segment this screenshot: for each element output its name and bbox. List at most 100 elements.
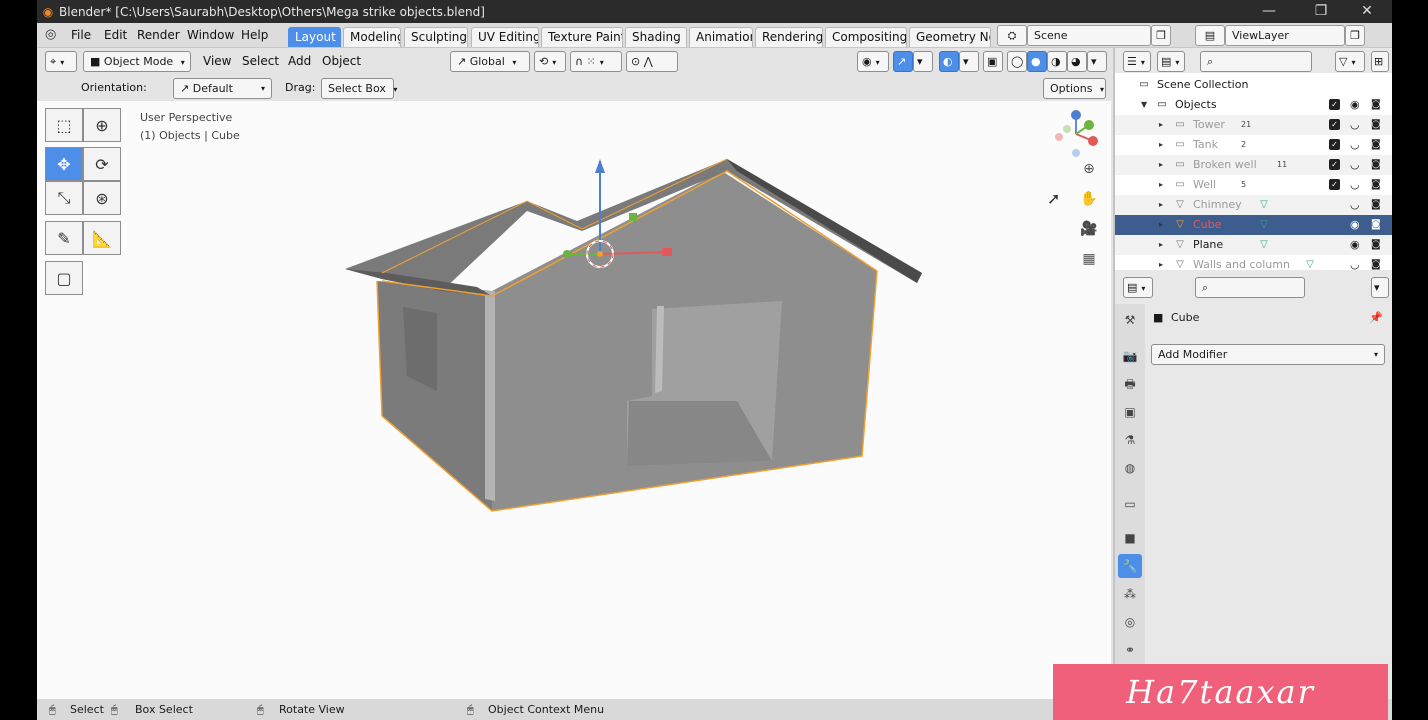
expand-icon[interactable]: ▸ (1159, 115, 1169, 135)
collection-tab-icon[interactable]: ▭ (1118, 492, 1142, 516)
camera-icon[interactable]: ◙ (1371, 255, 1381, 275)
shading-rendered[interactable]: ◕ (1067, 51, 1087, 72)
properties-search-input[interactable]: ⌕ (1195, 277, 1305, 298)
menu-help[interactable]: Help (241, 28, 268, 42)
eye-closed-icon[interactable]: ◡ (1350, 115, 1360, 135)
menu-object[interactable]: Object (322, 54, 361, 68)
eye-closed-icon[interactable]: ◡ (1350, 255, 1360, 275)
properties-options-button[interactable]: ▾ (1371, 277, 1389, 298)
menu-add[interactable]: Add (288, 54, 311, 68)
expand-icon[interactable]: ▸ (1159, 135, 1169, 155)
outliner-object-row[interactable]: ▸ ▽ Walls and column ▽ ◡ ◙ (1115, 255, 1392, 275)
world-tab-icon[interactable]: ◍ (1118, 456, 1142, 480)
menu-window[interactable]: Window (187, 28, 234, 42)
eye-closed-icon[interactable]: ◡ (1350, 135, 1360, 155)
camera-icon[interactable]: ◙ (1371, 155, 1381, 175)
pin-icon[interactable]: 📌 (1369, 311, 1383, 324)
camera-icon[interactable]: ◙ (1371, 195, 1381, 215)
expand-icon[interactable]: ▸ (1159, 215, 1169, 235)
tab-animation[interactable]: Animation (689, 27, 753, 47)
tab-texture-paint[interactable]: Texture Paint (541, 27, 623, 47)
expand-icon[interactable]: ▸ (1159, 175, 1169, 195)
expand-icon[interactable]: ▸ (1159, 155, 1169, 175)
camera-icon[interactable]: ◙ (1371, 235, 1381, 255)
tab-shading[interactable]: Shading (625, 27, 687, 47)
shading-wireframe[interactable]: ◯ (1007, 51, 1027, 72)
constraints-tab-icon[interactable]: ⚭ (1118, 638, 1142, 662)
expand-icon[interactable]: ▸ (1159, 235, 1169, 255)
render-tab-icon[interactable]: 📷 (1118, 344, 1142, 368)
menu-render[interactable]: Render (137, 28, 180, 42)
shading-solid[interactable]: ● (1027, 51, 1047, 72)
proportional-edit-button[interactable]: ⊙ ⋀ (626, 51, 678, 72)
gizmo-dropdown[interactable]: ▾ (913, 51, 933, 72)
eye-icon[interactable]: ◉ (1350, 95, 1360, 115)
expand-icon[interactable]: ▸ (1159, 255, 1169, 275)
menu-view[interactable]: View (203, 54, 231, 68)
modifier-tab-icon[interactable]: 🔧 (1118, 554, 1142, 578)
shading-material[interactable]: ◑ (1047, 51, 1067, 72)
outliner-object-row[interactable]: ▸ ▭ Tank 2 ✓ ◡ ◙ (1115, 135, 1392, 155)
eye-icon[interactable]: ◉ (1350, 235, 1360, 255)
xray-toggle[interactable]: ▣ (983, 51, 1003, 72)
menu-file[interactable]: File (71, 28, 91, 42)
camera-icon[interactable]: ◙ (1371, 215, 1381, 235)
visibility-button[interactable]: ◉ ▾ (857, 51, 889, 72)
outliner-object-row[interactable]: ▸ ▭ Tower 21 ✓ ◡ ◙ (1115, 115, 1392, 135)
outliner-object-row[interactable]: ▸ ▭ Well 5 ✓ ◡ ◙ (1115, 175, 1392, 195)
outliner-object-row[interactable]: ▸ ▽ Chimney ▽ ◡ ◙ (1115, 195, 1392, 215)
object-tab-icon[interactable]: ■ (1118, 526, 1142, 550)
mode-selector[interactable]: ■ Object Mode ▾ (83, 51, 191, 72)
exclude-checkbox[interactable]: ✓ (1329, 179, 1340, 190)
overlay-toggle[interactable]: ◐ (939, 51, 959, 72)
scene-selector[interactable]: Scene (1027, 25, 1151, 46)
drag-selector[interactable]: Select Box ▾ (321, 78, 397, 99)
shading-dropdown[interactable]: ▾ (1087, 51, 1107, 72)
eye-icon[interactable]: ◉ (1350, 215, 1360, 235)
tab-geometry-nodes[interactable]: Geometry Nod (909, 27, 991, 47)
close-button[interactable]: ✕ (1344, 0, 1390, 23)
exclude-checkbox[interactable]: ✓ (1329, 159, 1340, 170)
camera-icon[interactable]: ◙ (1371, 175, 1381, 195)
tab-uv-editing[interactable]: UV Editing (471, 27, 539, 47)
tool-tab-icon[interactable]: ⚒ (1118, 308, 1142, 332)
tab-layout[interactable]: Layout (288, 27, 341, 47)
display-mode-button[interactable]: ▤ ▾ (1157, 51, 1185, 72)
exclude-checkbox[interactable]: ✓ (1329, 139, 1340, 150)
viewlayer-browse-button[interactable]: ▤ (1195, 25, 1225, 46)
exclude-checkbox[interactable]: ✓ (1329, 99, 1340, 110)
physics-tab-icon[interactable]: ◎ (1118, 610, 1142, 634)
pivot-point-button[interactable]: ⟲ ▾ (534, 51, 566, 72)
outliner-object-row[interactable]: ▸ ▽ Plane ▽ ◉ ◙ (1115, 235, 1392, 255)
viewlayer-selector[interactable]: ViewLayer (1225, 25, 1345, 46)
menu-edit[interactable]: Edit (104, 28, 127, 42)
outliner-search-input[interactable]: ⌕ (1200, 51, 1312, 72)
viewlayer-new-button[interactable]: ❐ (1345, 25, 1365, 46)
tab-compositing[interactable]: Compositing (825, 27, 907, 47)
view-layer-tab-icon[interactable]: ▣ (1118, 400, 1142, 424)
tab-sculpting[interactable]: Sculpting (404, 27, 468, 47)
3d-viewport[interactable]: User Perspective (1) Objects | Cube ⬚ ⊕ … (37, 101, 1111, 699)
expand-icon[interactable]: ▸ (1159, 195, 1169, 215)
orientation-selector[interactable]: ↗ Default ▾ (173, 78, 272, 99)
editor-type-button[interactable]: ⌖ ▾ (45, 51, 77, 72)
add-modifier-dropdown[interactable]: Add Modifier ▾ (1151, 344, 1385, 365)
new-collection-button[interactable]: ⊞ (1371, 51, 1389, 72)
particles-tab-icon[interactable]: ⁂ (1118, 582, 1142, 606)
camera-icon[interactable]: ◙ (1371, 135, 1381, 155)
collapse-icon[interactable]: ▼ (1141, 95, 1151, 115)
scene-new-button[interactable]: ❐ (1151, 25, 1171, 46)
eye-closed-icon[interactable]: ◡ (1350, 195, 1360, 215)
options-button[interactable]: Options ▾ (1043, 78, 1106, 99)
outliner-filter-button[interactable]: ▽ ▾ (1335, 51, 1365, 72)
exclude-checkbox[interactable]: ✓ (1329, 119, 1340, 130)
outliner-editor-type[interactable]: ☰ ▾ (1123, 51, 1151, 72)
camera-icon[interactable]: ◙ (1371, 95, 1381, 115)
tab-modeling[interactable]: Modeling (343, 27, 401, 47)
menu-select[interactable]: Select (242, 54, 279, 68)
blender-menu-icon[interactable]: ◎ (45, 27, 61, 43)
tab-rendering[interactable]: Rendering (755, 27, 823, 47)
collection-objects[interactable]: ▼ ▭ Objects ✓ ◉ ◙ (1115, 95, 1392, 115)
transform-orientation-selector[interactable]: ↗ Global ▾ (450, 51, 530, 72)
maximize-button[interactable]: ❐ (1298, 0, 1344, 23)
